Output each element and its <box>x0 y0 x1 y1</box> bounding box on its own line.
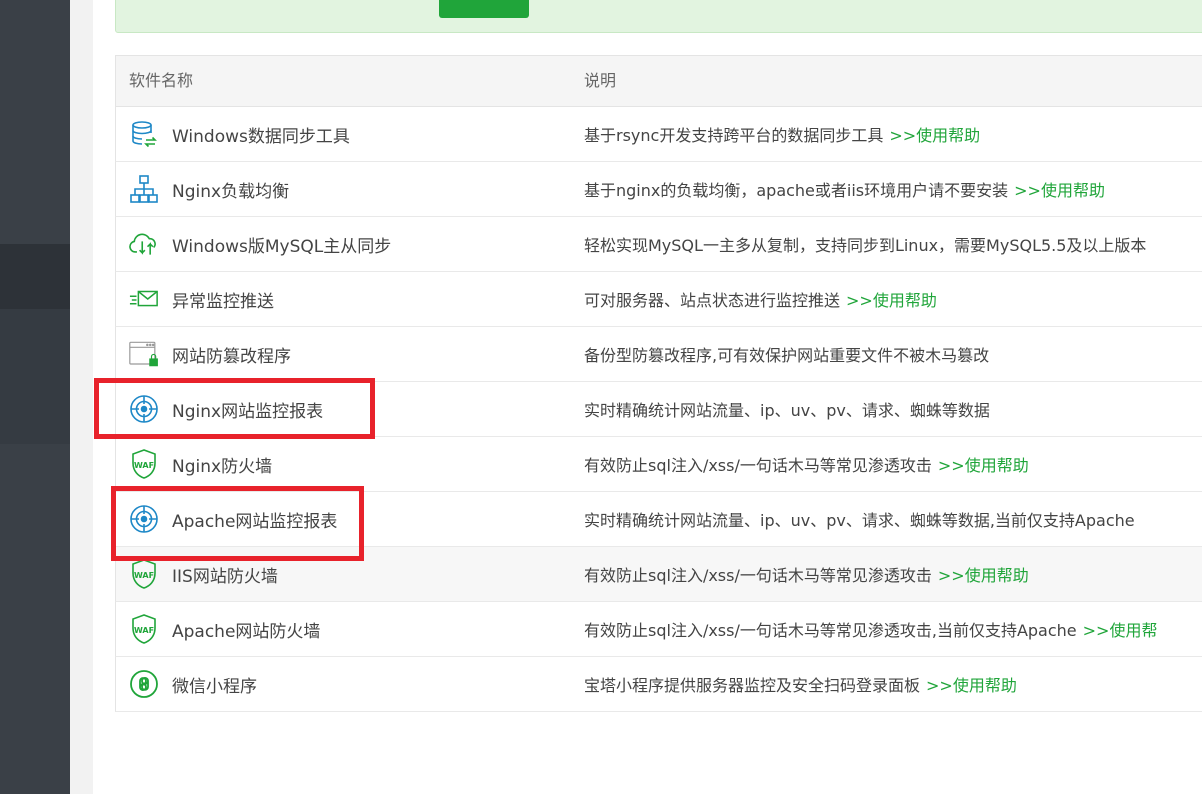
software-description: 可对服务器、站点状态进行监控推送 >>使用帮助 <box>584 291 937 310</box>
software-description: 轻松实现MySQL一主多从复制，支持同步到Linux，需要MySQL5.5及以上… <box>584 236 1147 255</box>
sidebar-active-item[interactable] <box>0 244 70 309</box>
target-icon <box>129 394 159 424</box>
network-tree-icon <box>129 174 159 204</box>
help-link[interactable]: >>使用帮助 <box>1014 181 1105 200</box>
software-name[interactable]: 异常监控推送 <box>172 287 274 312</box>
alert-action-button[interactable] <box>439 0 529 18</box>
header-software-name: 软件名称 <box>129 71 194 90</box>
software-description: 有效防止sql注入/xss/一句话木马等常见渗透攻击 >>使用帮助 <box>584 456 1029 475</box>
help-link[interactable]: >>使用帮助 <box>938 456 1029 475</box>
sidebar-lower-items[interactable] <box>0 309 70 444</box>
table-row: 异常监控推送 可对服务器、站点状态进行监控推送 >>使用帮助 <box>115 272 1202 327</box>
table-row: 微信小程序 宝塔小程序提供服务器监控及安全扫码登录面板 >>使用帮助 <box>115 657 1202 712</box>
software-description: 宝塔小程序提供服务器监控及安全扫码登录面板 >>使用帮助 <box>584 676 1017 695</box>
sidebar-gutter <box>70 0 93 794</box>
waf-shield-icon: WAF <box>129 449 159 479</box>
mail-send-icon <box>129 284 159 314</box>
database-sync-icon <box>129 119 159 149</box>
table-row: WAF IIS网站防火墙 有效防止sql注入/xss/一句话木马等常见渗透攻击 >… <box>115 547 1202 602</box>
software-name[interactable]: Apache网站防火墙 <box>172 617 320 642</box>
help-link[interactable]: >>使用帮助 <box>926 676 1017 695</box>
help-link[interactable]: >>使用帮 <box>1083 621 1158 640</box>
software-name[interactable]: Apache网站监控报表 <box>172 507 337 532</box>
software-name[interactable]: 网站防篡改程序 <box>172 342 291 367</box>
mini-program-icon <box>129 669 159 699</box>
software-name[interactable]: Nginx防火墙 <box>172 452 272 477</box>
software-description: 基于rsync开发支持跨平台的数据同步工具 >>使用帮助 <box>584 126 981 145</box>
software-name[interactable]: Windows数据同步工具 <box>172 122 350 147</box>
software-description: 有效防止sql注入/xss/一句话木马等常见渗透攻击 >>使用帮助 <box>584 566 1029 585</box>
browser-lock-icon <box>129 339 159 369</box>
software-name[interactable]: Nginx网站监控报表 <box>172 397 323 422</box>
help-link[interactable]: >>使用帮助 <box>889 126 980 145</box>
waf-shield-icon: WAF <box>129 614 159 644</box>
alert-banner <box>115 0 1202 33</box>
table-row: Apache网站监控报表 实时精确统计网站流量、ip、uv、pv、请求、蜘蛛等数… <box>115 492 1202 547</box>
software-name[interactable]: Nginx负载均衡 <box>172 177 289 202</box>
software-description: 备份型防篡改程序,可有效保护网站重要文件不被木马篡改 <box>584 346 990 365</box>
table-row: Windows数据同步工具 基于rsync开发支持跨平台的数据同步工具 >>使用帮… <box>115 107 1202 162</box>
software-description: 实时精确统计网站流量、ip、uv、pv、请求、蜘蛛等数据 <box>584 401 990 420</box>
waf-shield-icon: WAF <box>129 559 159 589</box>
target-icon <box>129 504 159 534</box>
table-row: WAF Nginx防火墙 有效防止sql注入/xss/一句话木马等常见渗透攻击 >… <box>115 437 1202 492</box>
cloud-sync-icon <box>129 229 159 259</box>
table-row: WAF Apache网站防火墙 有效防止sql注入/xss/一句话木马等常见渗透… <box>115 602 1202 657</box>
table-row: 网站防篡改程序 备份型防篡改程序,可有效保护网站重要文件不被木马篡改 <box>115 327 1202 382</box>
help-link[interactable]: >>使用帮助 <box>938 566 1029 585</box>
software-description: 有效防止sql注入/xss/一句话木马等常见渗透攻击,当前仅支持Apache >>… <box>584 621 1158 640</box>
software-table: 软件名称 说明 Windows数据同步工具 基于rsync开发支持跨平台的数据同… <box>115 55 1202 712</box>
svg-text:WAF: WAF <box>134 461 154 470</box>
software-description: 实时精确统计网站流量、ip、uv、pv、请求、蜘蛛等数据,当前仅支持Apache <box>584 511 1135 530</box>
table-row: Nginx网站监控报表 实时精确统计网站流量、ip、uv、pv、请求、蜘蛛等数据 <box>115 382 1202 437</box>
software-name[interactable]: 微信小程序 <box>172 672 257 697</box>
help-link[interactable]: >>使用帮助 <box>846 291 937 310</box>
left-sidebar <box>0 0 70 794</box>
header-description: 说明 <box>584 71 617 90</box>
software-name[interactable]: Windows版MySQL主从同步 <box>172 232 391 257</box>
table-header: 软件名称 说明 <box>115 55 1202 107</box>
software-name[interactable]: IIS网站防火墙 <box>172 562 278 587</box>
table-row: Nginx负载均衡 基于nginx的负载均衡，apache或者iis环境用户请不… <box>115 162 1202 217</box>
svg-text:WAF: WAF <box>134 626 154 635</box>
software-description: 基于nginx的负载均衡，apache或者iis环境用户请不要安装 >>使用帮助 <box>584 181 1105 200</box>
svg-text:WAF: WAF <box>134 571 154 580</box>
table-row: Windows版MySQL主从同步 轻松实现MySQL一主多从复制，支持同步到L… <box>115 217 1202 272</box>
